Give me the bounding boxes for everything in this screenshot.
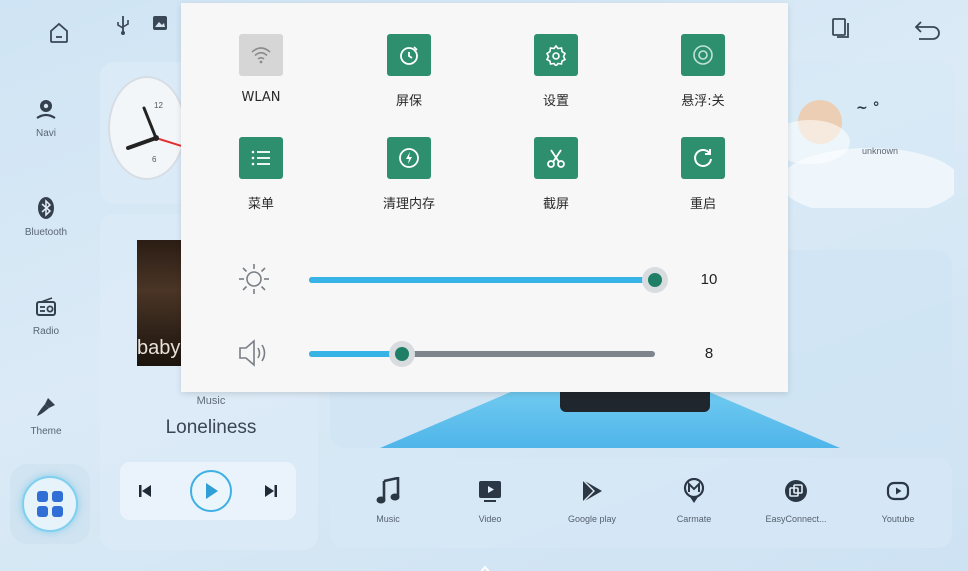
volume-row: 8 xyxy=(181,333,788,373)
tile-menu[interactable]: 菜单 xyxy=(206,137,316,212)
restart-icon xyxy=(681,137,725,179)
dock-item-label: Music xyxy=(376,514,400,524)
easyconnect-icon xyxy=(781,476,811,506)
tile-label: 重启 xyxy=(689,197,716,212)
tile-label: 屏保 xyxy=(395,94,422,109)
weather-illustration xyxy=(780,100,954,208)
sidebar-item-label: Navi xyxy=(35,128,56,139)
scissors-icon xyxy=(534,137,578,179)
sidebar-item-theme[interactable]: Theme xyxy=(0,394,92,437)
bottom-drawer-handle[interactable] xyxy=(478,560,492,571)
brightness-slider[interactable] xyxy=(309,267,668,293)
volume-value: 8 xyxy=(704,345,714,362)
weather-status: unknown xyxy=(862,146,899,156)
recent-apps-icon[interactable] xyxy=(830,16,852,40)
play-icon xyxy=(206,483,218,499)
music-note-icon xyxy=(373,476,403,506)
clock-hour-hand xyxy=(126,136,158,150)
music-source-label: Music xyxy=(196,395,226,407)
dock-item-video[interactable]: Video xyxy=(442,476,538,524)
dock-item-carmate[interactable]: Carmate xyxy=(646,476,742,524)
previous-track-button[interactable] xyxy=(134,480,156,502)
screensaver-timer-icon xyxy=(387,34,431,76)
back-icon[interactable] xyxy=(912,17,944,41)
paintbrush-icon xyxy=(33,394,59,420)
tile-settings[interactable]: 设置 xyxy=(501,34,611,109)
sidebar-item-label: Theme xyxy=(30,426,62,437)
dock-item-label: Google play xyxy=(567,514,617,524)
dock-item-youtube[interactable]: Youtube xyxy=(850,476,946,524)
clock-minute-hand xyxy=(142,106,158,140)
analog-clock: 12 6 xyxy=(108,76,186,180)
sidebar-item-navi[interactable]: Navi xyxy=(0,96,92,139)
weather-widget[interactable] xyxy=(780,62,954,208)
navigation-pin-icon xyxy=(33,96,59,122)
brightness-slider-fill xyxy=(309,277,655,283)
app-grid-icon xyxy=(22,476,78,532)
carmate-icon xyxy=(679,476,709,506)
tile-screenshot[interactable]: 截屏 xyxy=(501,137,611,212)
sidebar-item-label: Radio xyxy=(32,326,60,337)
album-art-text: baby xyxy=(137,337,181,359)
skip-next-icon xyxy=(265,485,277,497)
brightness-slider-thumb[interactable] xyxy=(642,267,668,293)
brightness-icon xyxy=(237,263,271,295)
dock-item-label: Carmate xyxy=(676,514,712,524)
sidebar-item-radio[interactable]: Radio xyxy=(0,294,92,337)
skip-previous-icon xyxy=(139,485,151,497)
volume-slider-thumb[interactable] xyxy=(389,341,415,367)
play-button[interactable] xyxy=(190,470,232,512)
tile-wlan[interactable]: WLAN xyxy=(206,34,316,105)
tile-label: 清理内存 xyxy=(382,197,435,212)
speaker-icon xyxy=(237,337,271,369)
album-art: baby xyxy=(137,240,185,366)
bluetooth-icon xyxy=(33,195,59,221)
tile-label: 菜单 xyxy=(247,197,274,212)
gear-icon xyxy=(534,34,578,76)
dock-item-label: Video xyxy=(478,514,502,524)
tile-label: 设置 xyxy=(542,94,569,109)
image-icon xyxy=(152,15,168,31)
radio-icon xyxy=(33,294,59,320)
app-drawer-button[interactable] xyxy=(10,464,90,544)
tile-floating-toggle[interactable]: 悬浮:关 xyxy=(648,34,758,109)
video-icon xyxy=(475,476,505,506)
clock-numeral-12: 12 xyxy=(154,101,163,110)
music-track-title: Loneliness xyxy=(165,417,257,438)
play-store-icon xyxy=(577,476,607,506)
dock-item-easyconnect[interactable]: EasyConnect... xyxy=(748,476,844,524)
dock-item-google-play[interactable]: Google play xyxy=(544,476,640,524)
wifi-icon xyxy=(239,34,283,76)
sidebar: Navi Bluetooth Radio Theme xyxy=(0,70,92,470)
sidebar-item-bluetooth[interactable]: Bluetooth xyxy=(0,195,92,238)
clean-memory-icon xyxy=(387,137,431,179)
quick-settings-panel: WLAN 屏保 设置 悬浮:关 菜单 清理内存 截屏 重启 10 8 xyxy=(181,3,788,392)
dock-item-label: Youtube xyxy=(881,514,915,524)
floating-button-icon xyxy=(681,34,725,76)
brightness-row: 10 xyxy=(181,259,788,299)
dock-item-music[interactable]: Music xyxy=(340,476,436,524)
youtube-icon xyxy=(883,476,913,506)
next-track-button[interactable] xyxy=(260,480,282,502)
clock-center xyxy=(153,135,159,141)
brightness-value: 10 xyxy=(700,271,718,288)
tile-label: 悬浮:关 xyxy=(681,94,725,109)
menu-list-icon xyxy=(239,137,283,179)
tile-label: WLAN xyxy=(241,90,281,105)
weather-temperature: ~ ° xyxy=(856,100,880,116)
tile-clean-memory[interactable]: 清理内存 xyxy=(354,137,464,212)
usb-icon xyxy=(114,14,132,36)
volume-slider[interactable] xyxy=(309,341,655,367)
tile-restart[interactable]: 重启 xyxy=(648,137,758,212)
tile-label: 截屏 xyxy=(542,197,569,212)
sidebar-item-label: Bluetooth xyxy=(24,227,68,238)
home-icon[interactable] xyxy=(46,20,72,46)
dock-item-label: EasyConnect... xyxy=(765,514,827,524)
clock-numeral-6: 6 xyxy=(152,155,157,164)
tile-screensaver[interactable]: 屏保 xyxy=(354,34,464,109)
